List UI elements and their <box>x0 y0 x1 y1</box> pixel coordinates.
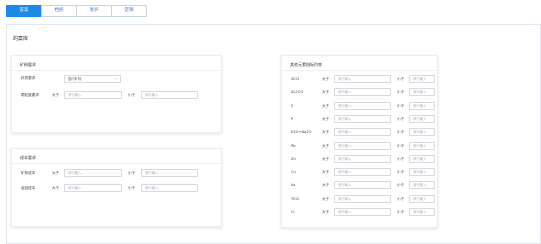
element-max-input[interactable]: 请行输入 <box>334 114 391 123</box>
page-title: 的案库 <box>13 36 29 42</box>
element-min-input[interactable]: 请行输入 <box>409 101 435 110</box>
element-min-label: 小于 <box>397 90 405 95</box>
tab-bar: 答案 档统 发护 定销 <box>6 5 147 17</box>
element-min-input[interactable]: 请行输入 <box>409 208 435 216</box>
element-max-input[interactable]: 请行输入 <box>334 181 391 190</box>
element-min-label: 小于 <box>397 77 405 81</box>
element-min-input[interactable]: 请行输入 <box>409 128 435 137</box>
panel-title: 其他元素指标约束 <box>290 62 322 67</box>
cost-row1-max-label: 大于 <box>52 171 60 175</box>
size-max-input[interactable]: 请行输入 <box>64 91 122 99</box>
type-select[interactable]: 国内矿粉 <box>64 75 121 83</box>
element-max-label: 大于 <box>322 143 330 148</box>
element-min-label: 小于 <box>397 170 405 175</box>
element-name-label: Zn <box>291 156 296 161</box>
element-max-input[interactable]: 请行输入 <box>334 101 391 110</box>
divider <box>12 70 221 71</box>
element-min-label: 小于 <box>397 183 405 188</box>
cost-row1-label: 矿粉成本 <box>21 171 36 175</box>
tab-answer[interactable]: 答案 <box>6 5 42 17</box>
size-min-label: 小于 <box>128 93 136 97</box>
element-max-label: 大于 <box>322 130 330 135</box>
tab-archive[interactable]: 档统 <box>41 5 77 17</box>
cost-row2-min-input[interactable]: 请行输入 <box>141 184 198 192</box>
element-name-label: TiO2 <box>291 196 300 201</box>
cost-row1-min-label: 小于 <box>128 171 136 175</box>
element-constraints-panel: 其他元素指标约束 SiO2 大于 请行输入 小于 请行输入 AL2O3 大于 请行输入 小于 请行… <box>281 55 438 228</box>
element-min-input[interactable]: 请行输入 <box>409 168 435 177</box>
cost-row2-max-input[interactable]: 请行输入 <box>64 184 122 192</box>
element-max-label: 大于 <box>322 77 330 81</box>
element-name-label: K2O+Na2O <box>291 130 312 135</box>
element-name-label: SiO2 <box>291 77 300 81</box>
size-label: 颗粒度要求 <box>21 93 39 97</box>
element-name-label: Cu <box>291 170 296 175</box>
tab-sales[interactable]: 定销 <box>111 5 147 17</box>
size-min-input[interactable]: 请行输入 <box>141 91 198 99</box>
element-name-label: P <box>291 116 294 121</box>
element-min-label: 小于 <box>397 143 405 148</box>
cost-requirements-panel: 成本要求 矿粉成本 大于 请行输入 小于 请行输入 返回成本 大于 请行输入 小… <box>11 148 222 227</box>
element-min-label: 小于 <box>397 210 405 214</box>
panel-title: 矿粉要求 <box>20 62 36 67</box>
element-min-input[interactable]: 请行输入 <box>409 141 435 150</box>
element-name-label: Pb <box>291 143 296 148</box>
element-name-label: AL2O3 <box>291 90 303 95</box>
element-min-label: 小于 <box>397 103 405 108</box>
element-max-input[interactable]: 请行输入 <box>334 75 391 83</box>
element-max-label: 大于 <box>322 210 330 214</box>
element-min-input[interactable]: 请行输入 <box>409 194 435 203</box>
element-min-label: 小于 <box>397 116 405 121</box>
element-max-label: 大于 <box>322 116 330 121</box>
element-name-label: As <box>291 183 296 188</box>
element-max-label: 大于 <box>322 103 330 108</box>
element-max-label: 大于 <box>322 183 330 188</box>
element-min-label: 小于 <box>397 156 405 161</box>
element-min-input[interactable]: 请行输入 <box>409 181 435 190</box>
element-max-input[interactable]: 请行输入 <box>334 194 391 203</box>
element-min-label: 小于 <box>397 130 405 135</box>
element-max-input[interactable]: 请行输入 <box>334 141 391 150</box>
element-name-label: S <box>291 103 294 108</box>
element-min-label: 小于 <box>397 196 405 201</box>
element-max-label: 大于 <box>322 156 330 161</box>
element-max-input[interactable]: 请行输入 <box>334 168 391 177</box>
divider <box>12 163 221 164</box>
element-min-input[interactable]: 请行输入 <box>409 154 435 163</box>
panel-title: 成本要求 <box>20 155 36 160</box>
cost-row2-label: 返回成本 <box>21 186 36 190</box>
tab-protect[interactable]: 发护 <box>76 5 112 17</box>
element-max-input[interactable]: 请行输入 <box>334 154 391 163</box>
element-max-input[interactable]: 请行输入 <box>334 128 391 137</box>
size-max-label: 大于 <box>52 93 60 97</box>
type-label: 料质要求 <box>21 76 36 80</box>
element-max-label: 大于 <box>322 170 330 175</box>
element-max-input[interactable]: 请行输入 <box>334 88 391 97</box>
element-max-label: 大于 <box>322 196 330 201</box>
cost-row1-max-input[interactable]: 请行输入 <box>64 169 122 177</box>
element-min-input[interactable]: 请行输入 <box>409 88 435 97</box>
cost-row2-min-label: 小于 <box>128 186 136 190</box>
element-max-input[interactable]: 请行输入 <box>334 208 391 216</box>
divider <box>282 70 437 71</box>
element-name-label: Cl <box>291 210 295 214</box>
element-min-input[interactable]: 请行输入 <box>409 114 435 123</box>
element-min-input[interactable]: 请行输入 <box>409 75 435 83</box>
cost-row2-max-label: 大于 <box>52 186 60 190</box>
cost-row1-min-input[interactable]: 请行输入 <box>141 169 198 177</box>
element-max-label: 大于 <box>322 90 330 95</box>
mine-requirements-panel: 矿粉要求 料质要求 国内矿粉 颗粒度要求 大于 请行输入 小于 请行输入 <box>11 55 222 133</box>
